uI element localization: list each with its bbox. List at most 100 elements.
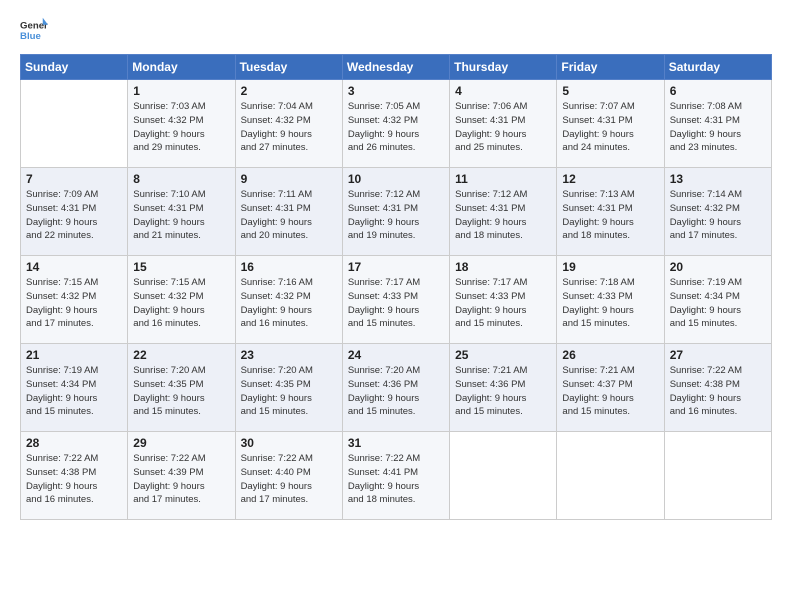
day-info: Sunrise: 7:22 AM Sunset: 4:39 PM Dayligh… (133, 452, 229, 507)
calendar-cell: 30 Sunrise: 7:22 AM Sunset: 4:40 PM Dayli… (235, 432, 342, 520)
calendar-cell: 1 Sunrise: 7:03 AM Sunset: 4:32 PM Daylig… (128, 80, 235, 168)
day-info: Sunrise: 7:20 AM Sunset: 4:36 PM Dayligh… (348, 364, 444, 419)
weekday-header-thursday: Thursday (450, 55, 557, 80)
day-number: 24 (348, 348, 444, 362)
calendar-week-3: 14 Sunrise: 7:15 AM Sunset: 4:32 PM Dayli… (21, 256, 772, 344)
day-number: 28 (26, 436, 122, 450)
day-info: Sunrise: 7:15 AM Sunset: 4:32 PM Dayligh… (26, 276, 122, 331)
day-number: 31 (348, 436, 444, 450)
day-info: Sunrise: 7:22 AM Sunset: 4:38 PM Dayligh… (670, 364, 766, 419)
calendar-cell: 14 Sunrise: 7:15 AM Sunset: 4:32 PM Dayli… (21, 256, 128, 344)
day-number: 25 (455, 348, 551, 362)
weekday-header-wednesday: Wednesday (342, 55, 449, 80)
calendar-cell (557, 432, 664, 520)
day-info: Sunrise: 7:21 AM Sunset: 4:37 PM Dayligh… (562, 364, 658, 419)
day-info: Sunrise: 7:17 AM Sunset: 4:33 PM Dayligh… (455, 276, 551, 331)
calendar-cell (450, 432, 557, 520)
day-info: Sunrise: 7:06 AM Sunset: 4:31 PM Dayligh… (455, 100, 551, 155)
svg-text:Blue: Blue (20, 31, 41, 42)
day-number: 20 (670, 260, 766, 274)
day-info: Sunrise: 7:09 AM Sunset: 4:31 PM Dayligh… (26, 188, 122, 243)
calendar-cell: 22 Sunrise: 7:20 AM Sunset: 4:35 PM Dayli… (128, 344, 235, 432)
day-info: Sunrise: 7:19 AM Sunset: 4:34 PM Dayligh… (26, 364, 122, 419)
day-info: Sunrise: 7:22 AM Sunset: 4:40 PM Dayligh… (241, 452, 337, 507)
weekday-header-row: SundayMondayTuesdayWednesdayThursdayFrid… (21, 55, 772, 80)
day-info: Sunrise: 7:20 AM Sunset: 4:35 PM Dayligh… (241, 364, 337, 419)
day-info: Sunrise: 7:08 AM Sunset: 4:31 PM Dayligh… (670, 100, 766, 155)
logo: General Blue (20, 16, 48, 44)
day-info: Sunrise: 7:07 AM Sunset: 4:31 PM Dayligh… (562, 100, 658, 155)
calendar-cell: 13 Sunrise: 7:14 AM Sunset: 4:32 PM Dayli… (664, 168, 771, 256)
calendar-cell: 2 Sunrise: 7:04 AM Sunset: 4:32 PM Daylig… (235, 80, 342, 168)
calendar-week-2: 7 Sunrise: 7:09 AM Sunset: 4:31 PM Daylig… (21, 168, 772, 256)
day-number: 14 (26, 260, 122, 274)
day-info: Sunrise: 7:22 AM Sunset: 4:38 PM Dayligh… (26, 452, 122, 507)
calendar-cell: 24 Sunrise: 7:20 AM Sunset: 4:36 PM Dayli… (342, 344, 449, 432)
day-info: Sunrise: 7:11 AM Sunset: 4:31 PM Dayligh… (241, 188, 337, 243)
calendar-week-5: 28 Sunrise: 7:22 AM Sunset: 4:38 PM Dayli… (21, 432, 772, 520)
calendar-cell: 25Sunrise: 7:21 AM Sunset: 4:36 PM Dayli… (450, 344, 557, 432)
day-info: Sunrise: 7:14 AM Sunset: 4:32 PM Dayligh… (670, 188, 766, 243)
day-info: Sunrise: 7:17 AM Sunset: 4:33 PM Dayligh… (348, 276, 444, 331)
day-number: 18 (455, 260, 551, 274)
calendar-table: SundayMondayTuesdayWednesdayThursdayFrid… (20, 54, 772, 520)
day-number: 16 (241, 260, 337, 274)
day-number: 11 (455, 172, 551, 186)
page: General Blue SundayMondayTuesdayWednesda… (0, 0, 792, 612)
day-number: 21 (26, 348, 122, 362)
calendar-week-1: 1 Sunrise: 7:03 AM Sunset: 4:32 PM Daylig… (21, 80, 772, 168)
calendar-cell: 8 Sunrise: 7:10 AM Sunset: 4:31 PM Daylig… (128, 168, 235, 256)
day-info: Sunrise: 7:04 AM Sunset: 4:32 PM Dayligh… (241, 100, 337, 155)
day-number: 2 (241, 84, 337, 98)
day-info: Sunrise: 7:10 AM Sunset: 4:31 PM Dayligh… (133, 188, 229, 243)
day-number: 7 (26, 172, 122, 186)
weekday-header-monday: Monday (128, 55, 235, 80)
calendar-cell: 3 Sunrise: 7:05 AM Sunset: 4:32 PM Daylig… (342, 80, 449, 168)
calendar-cell: 17 Sunrise: 7:17 AM Sunset: 4:33 PM Dayli… (342, 256, 449, 344)
weekday-header-sunday: Sunday (21, 55, 128, 80)
calendar-cell: 11Sunrise: 7:12 AM Sunset: 4:31 PM Dayli… (450, 168, 557, 256)
day-number: 22 (133, 348, 229, 362)
day-number: 4 (455, 84, 551, 98)
calendar-cell: 10 Sunrise: 7:12 AM Sunset: 4:31 PM Dayli… (342, 168, 449, 256)
calendar-cell: 9Sunrise: 7:11 AM Sunset: 4:31 PM Daylig… (235, 168, 342, 256)
day-number: 15 (133, 260, 229, 274)
day-number: 13 (670, 172, 766, 186)
day-info: Sunrise: 7:19 AM Sunset: 4:34 PM Dayligh… (670, 276, 766, 331)
day-number: 17 (348, 260, 444, 274)
day-number: 3 (348, 84, 444, 98)
day-info: Sunrise: 7:20 AM Sunset: 4:35 PM Dayligh… (133, 364, 229, 419)
calendar-cell: 26Sunrise: 7:21 AM Sunset: 4:37 PM Dayli… (557, 344, 664, 432)
day-info: Sunrise: 7:16 AM Sunset: 4:32 PM Dayligh… (241, 276, 337, 331)
day-number: 1 (133, 84, 229, 98)
calendar-cell: 4 Sunrise: 7:06 AM Sunset: 4:31 PM Daylig… (450, 80, 557, 168)
calendar-cell: 31 Sunrise: 7:22 AM Sunset: 4:41 PM Dayli… (342, 432, 449, 520)
calendar-cell: 7 Sunrise: 7:09 AM Sunset: 4:31 PM Daylig… (21, 168, 128, 256)
day-info: Sunrise: 7:12 AM Sunset: 4:31 PM Dayligh… (348, 188, 444, 243)
weekday-header-saturday: Saturday (664, 55, 771, 80)
day-info: Sunrise: 7:13 AM Sunset: 4:31 PM Dayligh… (562, 188, 658, 243)
day-number: 5 (562, 84, 658, 98)
day-number: 8 (133, 172, 229, 186)
day-number: 6 (670, 84, 766, 98)
day-number: 27 (670, 348, 766, 362)
calendar-header: SundayMondayTuesdayWednesdayThursdayFrid… (21, 55, 772, 80)
calendar-cell: 20 Sunrise: 7:19 AM Sunset: 4:34 PM Dayli… (664, 256, 771, 344)
day-info: Sunrise: 7:05 AM Sunset: 4:32 PM Dayligh… (348, 100, 444, 155)
logo-svg: General Blue (20, 16, 48, 44)
day-info: Sunrise: 7:22 AM Sunset: 4:41 PM Dayligh… (348, 452, 444, 507)
weekday-header-tuesday: Tuesday (235, 55, 342, 80)
calendar-cell (664, 432, 771, 520)
calendar-cell (21, 80, 128, 168)
calendar-cell: 15Sunrise: 7:15 AM Sunset: 4:32 PM Dayli… (128, 256, 235, 344)
calendar-cell: 29Sunrise: 7:22 AM Sunset: 4:39 PM Dayli… (128, 432, 235, 520)
day-number: 10 (348, 172, 444, 186)
calendar-cell: 19Sunrise: 7:18 AM Sunset: 4:33 PM Dayli… (557, 256, 664, 344)
day-number: 30 (241, 436, 337, 450)
calendar-cell: 28 Sunrise: 7:22 AM Sunset: 4:38 PM Dayli… (21, 432, 128, 520)
calendar-body: 1 Sunrise: 7:03 AM Sunset: 4:32 PM Daylig… (21, 80, 772, 520)
day-number: 12 (562, 172, 658, 186)
day-info: Sunrise: 7:03 AM Sunset: 4:32 PM Dayligh… (133, 100, 229, 155)
calendar-cell: 21 Sunrise: 7:19 AM Sunset: 4:34 PM Dayli… (21, 344, 128, 432)
day-number: 19 (562, 260, 658, 274)
